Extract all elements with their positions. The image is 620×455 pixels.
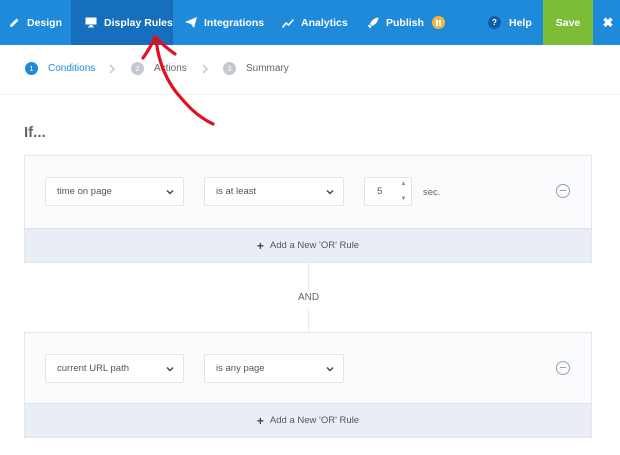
chevron-right-icon [202,64,209,74]
rocket-icon [367,17,379,28]
and-label: AND [296,292,322,303]
plus-icon: + [256,238,264,253]
add-or-rule-button[interactable]: + Add a New 'OR' Rule [25,403,591,437]
connector-line [308,263,309,290]
step-summary[interactable]: 3 Summary [223,62,289,75]
pencil-icon [10,18,19,27]
step-actions[interactable]: 2 Actions [131,62,187,75]
step-conditions[interactable]: 1 Conditions [25,62,95,75]
seconds-value: 5 [377,186,383,197]
condition-field-value: current URL path [57,363,129,374]
step-number: 3 [223,62,236,75]
pause-icon [431,16,445,29]
chevron-right-icon [109,64,116,74]
top-nav: Design Display Rules Integrations Analyt… [0,0,620,45]
plus-icon: + [256,413,264,428]
stepper-up-icon[interactable]: ▲ [401,181,407,187]
connector-line [308,310,309,332]
step-label: Conditions [48,63,96,74]
rule-group: time on page is at least 5 ▲ ▼ sec. + Ad… [24,155,592,263]
nav-analytics[interactable]: Analytics [282,0,348,45]
step-label: Summary [246,63,289,74]
condition-field-value: time on page [57,186,112,197]
nav-help[interactable]: ? Help [488,0,532,45]
chevron-down-icon [166,190,174,195]
rule-group: current URL path is any page + Add a New… [24,332,592,438]
number-stepper[interactable]: ▲ ▼ [399,181,408,202]
line-chart-icon [282,18,294,28]
add-or-rule-label: Add a New 'OR' Rule [269,240,360,251]
rule-row: time on page is at least 5 ▲ ▼ sec. [25,156,591,228]
step-number: 1 [25,62,38,75]
nav-display-rules[interactable]: Display Rules [71,0,173,45]
add-or-rule-button[interactable]: + Add a New 'OR' Rule [25,228,591,262]
stepper-down-icon[interactable]: ▼ [401,196,407,202]
step-progress: 1 Conditions 2 Actions 3 Summary [0,45,620,95]
nav-design[interactable]: Design [0,0,68,45]
seconds-input[interactable]: 5 ▲ ▼ [364,177,412,206]
paper-plane-icon [185,17,197,28]
unit-label: sec. [423,187,441,198]
save-button[interactable]: Save [543,0,593,45]
nav-integrations-label: Integrations [204,16,265,29]
rule-row: current URL path is any page [25,333,591,405]
nav-publish[interactable]: Publish [367,0,445,45]
rules-editor: If... time on page is at least 5 ▲ ▼ sec… [0,96,620,455]
close-icon[interactable]: ✖ [596,0,620,45]
nav-display-rules-label: Display Rules [104,16,173,29]
remove-rule-icon[interactable] [556,184,570,198]
condition-operator-value: is at least [216,186,257,197]
help-icon: ? [488,16,501,29]
condition-operator-value: is any page [216,363,265,374]
nav-help-label: Help [509,16,532,29]
condition-field-select[interactable]: time on page [45,177,184,206]
chevron-down-icon [326,367,334,372]
chevron-down-icon [166,367,174,372]
nav-analytics-label: Analytics [301,16,348,29]
nav-publish-label: Publish [386,16,424,29]
remove-rule-icon[interactable] [556,361,570,375]
condition-field-select[interactable]: current URL path [45,354,184,383]
add-or-rule-label: Add a New 'OR' Rule [269,415,360,426]
chevron-down-icon [326,190,334,195]
nav-design-label: Design [27,16,63,29]
page-title: If... [24,124,46,141]
monitor-icon [85,17,97,28]
step-label: Actions [154,63,187,74]
condition-operator-select[interactable]: is any page [204,354,344,383]
nav-integrations[interactable]: Integrations [185,0,264,45]
condition-operator-select[interactable]: is at least [204,177,344,206]
step-number: 2 [131,62,144,75]
